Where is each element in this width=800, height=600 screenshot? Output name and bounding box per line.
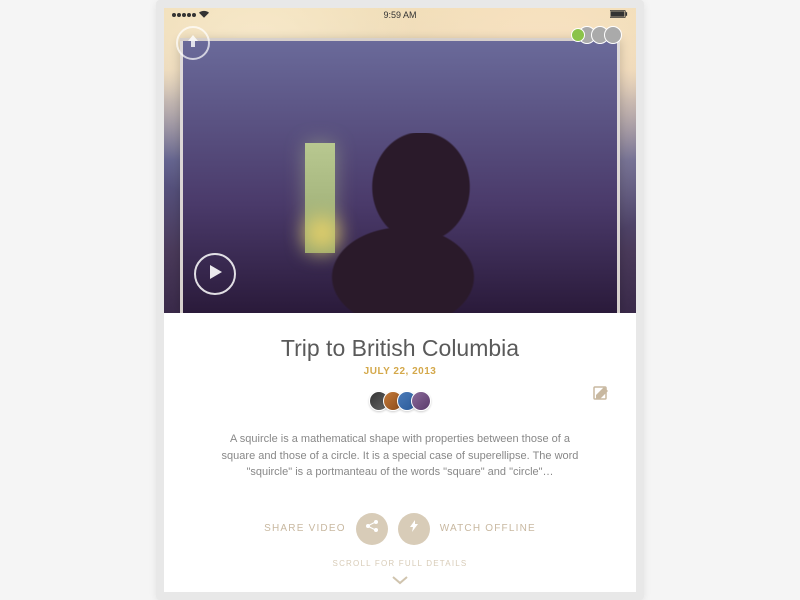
post-date: JULY 22, 2013 <box>192 366 608 377</box>
back-button[interactable] <box>176 26 210 60</box>
play-button[interactable] <box>194 253 236 295</box>
share-icon <box>365 519 379 538</box>
avatar <box>411 391 431 411</box>
device-frame: 9:59 AM <box>156 0 644 600</box>
arrow-up-icon <box>185 33 201 54</box>
status-time: 9:59 AM <box>164 10 636 20</box>
edit-button[interactable] <box>592 385 610 403</box>
status-bar: 9:59 AM <box>164 8 636 22</box>
contributor-avatars[interactable] <box>192 391 608 411</box>
avatar <box>604 26 622 44</box>
edit-icon <box>592 390 610 407</box>
scroll-down-button[interactable] <box>192 572 608 590</box>
lightning-icon <box>407 519 421 538</box>
play-icon <box>207 265 223 284</box>
header-avatars[interactable] <box>571 26 622 44</box>
scene-silhouette <box>313 133 493 313</box>
offline-button[interactable] <box>398 513 430 545</box>
content-area: Trip to British Columbia JULY 22, 2013 A… <box>164 313 636 600</box>
action-row: SHARE VIDEO WATCH OFFLINE <box>192 513 608 545</box>
chevron-down-icon <box>391 572 409 590</box>
post-description: A squircle is a mathematical shape with … <box>192 431 608 481</box>
notification-badge <box>571 28 585 42</box>
share-button[interactable] <box>356 513 388 545</box>
hero-image <box>164 8 636 313</box>
photo-frame <box>180 38 620 313</box>
share-label: SHARE VIDEO <box>264 523 346 534</box>
offline-label: WATCH OFFLINE <box>440 523 536 534</box>
scroll-hint: SCROLL FOR FULL DETAILS <box>192 559 608 568</box>
post-title: Trip to British Columbia <box>192 335 608 362</box>
